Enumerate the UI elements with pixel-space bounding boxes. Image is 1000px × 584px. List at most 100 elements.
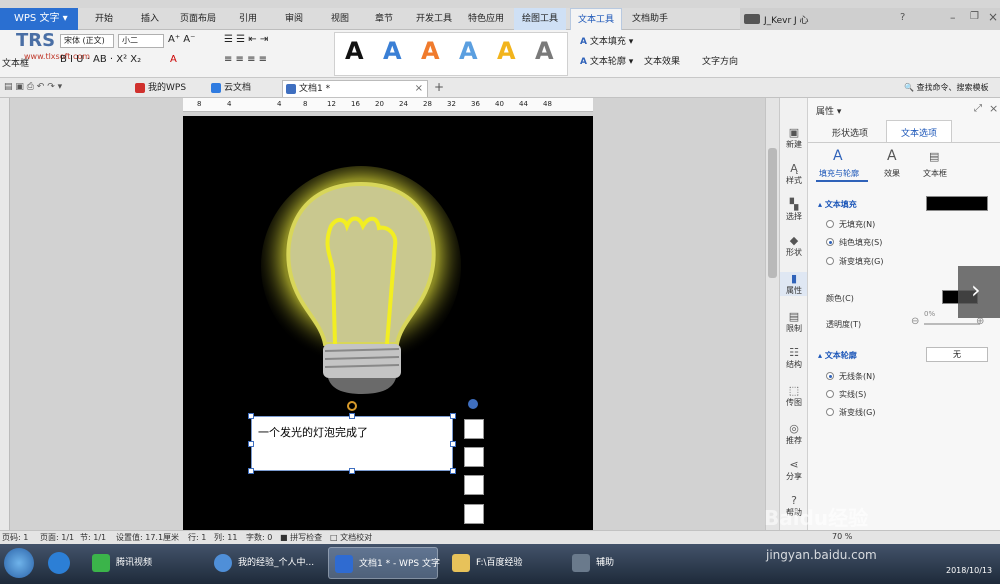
resize-handle-tr[interactable] <box>450 413 456 419</box>
rotate-handle-icon[interactable] <box>347 401 357 411</box>
list-icons[interactable]: ☰ ☰ ⇤ ⇥ <box>224 34 268 45</box>
textbox-content[interactable]: 一个发光的灯泡完成了 <box>258 424 368 440</box>
menu-devtools[interactable]: 开发工具 <box>414 8 454 30</box>
outline-select[interactable]: 无 <box>926 347 988 362</box>
side-shape[interactable]: ◆ 形状 <box>780 234 808 258</box>
menu-doc-assistant[interactable]: 文档助手 <box>628 8 672 30</box>
menu-drawing-tools[interactable]: 绘图工具 <box>514 8 566 30</box>
menu-special[interactable]: 特色应用 <box>466 8 506 30</box>
collapse-icon[interactable] <box>468 399 478 409</box>
resize-handle-tl[interactable] <box>248 413 254 419</box>
next-slide-button[interactable]: › <box>958 266 1000 318</box>
fill-none-option[interactable]: 无填充(N) <box>826 219 875 230</box>
menu-home[interactable]: 开始 <box>90 8 118 30</box>
font-name-select[interactable]: 宋体 (正文) <box>60 34 114 48</box>
tab-document1[interactable]: 文档1 * × <box>282 80 428 97</box>
style-blue[interactable]: A <box>383 37 402 65</box>
font-color-icon[interactable]: A <box>170 54 177 65</box>
align-icons[interactable]: ≡ ≡ ≡ ≡ <box>224 54 267 65</box>
help-icon[interactable]: ? <box>900 12 905 23</box>
fill-solid-option[interactable]: 纯色填充(S) <box>826 237 882 248</box>
subtab-effect[interactable]: 效果 <box>884 168 900 179</box>
menu-text-tools[interactable]: 文本工具 <box>570 8 622 30</box>
ie-icon[interactable] <box>48 552 70 574</box>
zoom-level[interactable]: 70 % <box>832 532 852 541</box>
resize-handle-mr[interactable] <box>450 441 456 447</box>
new-tab-icon[interactable]: + <box>434 80 444 94</box>
text-outline-button[interactable]: A 文本轮廓 ▾ <box>580 54 633 67</box>
text-fill-button[interactable]: A 文本填充 ▾ <box>580 34 633 47</box>
outline-solid-option[interactable]: 实线(S) <box>826 389 866 400</box>
tab-my-wps[interactable]: 我的WPS <box>132 80 206 97</box>
taskbar-item-folder[interactable]: F:\百度经验 <box>446 547 556 579</box>
menu-reference[interactable]: 引用 <box>234 8 262 30</box>
side-upload[interactable]: ⬚ 传图 <box>780 384 808 408</box>
search-command[interactable]: 🔍 查找命令、搜索模板 <box>904 82 989 93</box>
proofread-toggle[interactable]: □ 文档校对 <box>330 532 372 543</box>
fill-gradient-option[interactable]: 渐变填充(G) <box>826 256 883 267</box>
vertical-scrollbar[interactable] <box>765 98 779 530</box>
resize-handle-br[interactable] <box>450 468 456 474</box>
shape-effect-icon[interactable] <box>464 504 484 524</box>
effect-icon[interactable]: A <box>887 148 897 164</box>
shape-fill-icon[interactable] <box>464 475 484 495</box>
menu-view[interactable]: 视图 <box>326 8 354 30</box>
resize-handle-bl[interactable] <box>248 468 254 474</box>
menu-review[interactable]: 审阅 <box>280 8 308 30</box>
panel-title[interactable]: 属性 ▾ <box>816 104 841 117</box>
textbox-button[interactable]: 文本框 <box>2 56 29 69</box>
side-structure[interactable]: ☷ 结构 <box>780 346 808 370</box>
menu-insert[interactable]: 插入 <box>136 8 164 30</box>
quick-access-icons[interactable]: ▤ ▣ ⎙ ↶ ↷ ▾ <box>4 82 62 92</box>
outline-none-option[interactable]: 无线条(N) <box>826 371 875 382</box>
text-box[interactable]: 一个发光的灯泡完成了 <box>248 413 456 474</box>
side-restrict[interactable]: ▤ 限制 <box>780 310 808 334</box>
resize-handle-tc[interactable] <box>349 413 355 419</box>
fill-outline-icon[interactable]: A <box>833 148 843 164</box>
text-direction-button[interactable]: 文字方向 <box>702 54 738 67</box>
start-button[interactable] <box>4 548 34 578</box>
side-style[interactable]: Ą 样式 <box>780 162 808 186</box>
fill-color-swatch[interactable] <box>926 196 988 211</box>
side-recommend[interactable]: ◎ 推荐 <box>780 422 808 446</box>
tab-cloud-docs[interactable]: 云文档 <box>208 80 278 97</box>
minimize-icon[interactable]: – <box>950 11 956 24</box>
resize-handle-bc[interactable] <box>349 468 355 474</box>
shape-outline-icon[interactable] <box>464 447 484 467</box>
taskbar-item-assist[interactable]: 辅助 <box>566 547 646 579</box>
avatar[interactable] <box>744 14 760 24</box>
user-name[interactable]: J_Kevr J 心 <box>764 13 809 26</box>
subtab-fill-outline[interactable]: 填充与轮廓 <box>819 168 859 179</box>
format-icons[interactable]: B I U · AB · X² X₂ <box>60 54 141 65</box>
style-orange[interactable]: A <box>421 37 440 65</box>
textbox-icon[interactable]: ▤ <box>929 150 939 163</box>
fill-section-header[interactable]: ▴ 文本填充 <box>818 199 857 210</box>
spell-check-toggle[interactable]: ■ 拼写检查 <box>280 532 322 543</box>
taskbar-item-browser[interactable]: 我的经验_个人中... <box>208 547 324 579</box>
style-lightblue[interactable]: A <box>459 37 478 65</box>
resize-handle-ml[interactable] <box>248 441 254 447</box>
tab-text-options[interactable]: 文本选项 <box>886 120 952 142</box>
tab-shape-options[interactable]: 形状选项 <box>832 126 868 139</box>
layout-options-icon[interactable] <box>464 419 484 439</box>
side-select[interactable]: ▚ 选择 <box>780 198 808 222</box>
close-icon[interactable]: × <box>988 10 998 24</box>
panel-pin-icon[interactable]: ⤢ <box>974 103 982 114</box>
scroll-thumb[interactable] <box>768 148 777 278</box>
subtab-textbox[interactable]: 文本框 <box>923 168 947 179</box>
grow-font-icon[interactable]: A⁺ A⁻ <box>168 34 195 45</box>
style-gold[interactable]: A <box>497 37 516 65</box>
text-effect-button[interactable]: 文本效果 <box>644 54 680 67</box>
taskbar-item-video[interactable]: 腾讯视频 <box>86 547 196 579</box>
transparency-minus-icon[interactable]: ⊖ <box>911 316 919 327</box>
side-share[interactable]: ⋖ 分享 <box>780 458 808 482</box>
style-gray[interactable]: A <box>535 37 554 65</box>
clock-date[interactable]: 2018/10/13 <box>946 566 992 575</box>
panel-close-icon[interactable]: × <box>989 102 998 115</box>
taskbar-item-wps[interactable]: 文档1 * - WPS 文字 <box>328 547 440 579</box>
app-menu-button[interactable]: WPS 文字 ▾ <box>0 8 78 30</box>
side-properties[interactable]: ▮ 属性 <box>780 272 808 296</box>
font-size-select[interactable]: 小二 <box>118 34 164 48</box>
outline-gradient-option[interactable]: 渐变线(G) <box>826 407 875 418</box>
style-black[interactable]: A <box>345 37 364 65</box>
